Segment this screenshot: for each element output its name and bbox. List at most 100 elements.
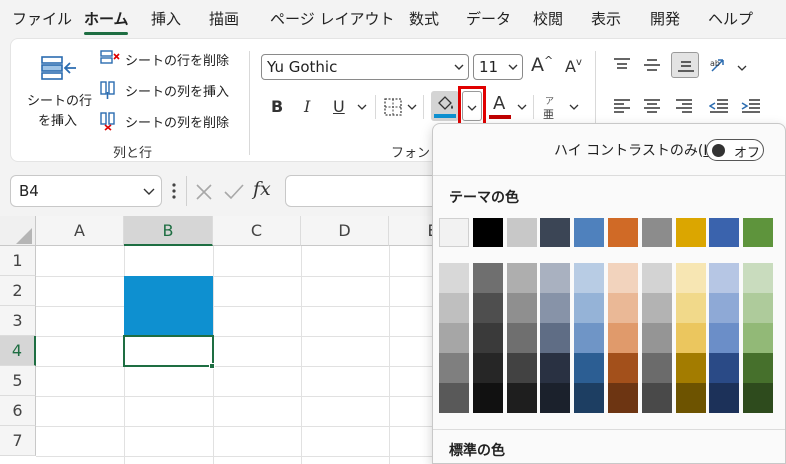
menu-tab[interactable]: ページ レイアウト xyxy=(270,8,394,29)
theme-color-swatch[interactable] xyxy=(472,218,503,247)
row-header[interactable]: 6 xyxy=(0,396,36,426)
row-header[interactable]: 1 xyxy=(0,246,36,276)
insert-column-button[interactable]: シートの列を挿入 xyxy=(125,81,229,100)
shade-color-swatch[interactable] xyxy=(540,323,571,353)
bold-button[interactable]: B xyxy=(271,97,283,116)
fill-handle[interactable] xyxy=(209,363,215,369)
shade-color-swatch[interactable] xyxy=(709,263,740,293)
chevron-down-icon[interactable] xyxy=(407,102,417,112)
shade-color-swatch[interactable] xyxy=(608,323,638,353)
shade-color-swatch[interactable] xyxy=(675,293,706,323)
shade-color-swatch[interactable] xyxy=(709,383,740,413)
column-header[interactable]: C xyxy=(213,216,301,246)
font-color-button[interactable]: A xyxy=(493,93,505,114)
chevron-down-icon[interactable] xyxy=(569,102,579,112)
shade-color-swatch[interactable] xyxy=(641,353,672,383)
chevron-down-icon[interactable] xyxy=(517,102,527,112)
column-header[interactable]: B xyxy=(124,216,213,246)
grow-font-button[interactable]: A^ xyxy=(531,54,553,76)
row-header[interactable]: 7 xyxy=(0,426,36,456)
shade-color-swatch[interactable] xyxy=(574,293,605,323)
formula-input[interactable] xyxy=(285,175,445,207)
underline-button[interactable]: U xyxy=(333,97,345,116)
theme-color-swatch[interactable] xyxy=(439,218,469,247)
chevron-down-icon[interactable] xyxy=(357,102,367,112)
shade-color-swatch[interactable] xyxy=(743,353,774,383)
shade-color-swatch[interactable] xyxy=(439,383,469,413)
shade-color-swatch[interactable] xyxy=(506,323,537,353)
shrink-font-button[interactable]: Av xyxy=(565,57,582,76)
shade-color-swatch[interactable] xyxy=(709,353,740,383)
menu-tab[interactable]: 描画 xyxy=(209,8,239,29)
shade-color-swatch[interactable] xyxy=(472,353,503,383)
shade-color-swatch[interactable] xyxy=(574,383,605,413)
shade-color-swatch[interactable] xyxy=(608,383,638,413)
font-name-combo[interactable]: Yu Gothic xyxy=(261,54,469,80)
fill-color-button[interactable] xyxy=(431,91,459,121)
shade-color-swatch[interactable] xyxy=(506,263,537,293)
shade-color-swatch[interactable] xyxy=(743,293,774,323)
shade-color-swatch[interactable] xyxy=(608,263,638,293)
decrease-indent-icon[interactable] xyxy=(709,97,729,115)
cancel-icon[interactable] xyxy=(194,182,214,202)
chevron-down-icon[interactable] xyxy=(737,63,747,73)
shade-color-swatch[interactable] xyxy=(540,383,571,413)
row-header[interactable]: 3 xyxy=(0,306,36,336)
insert-row-label-2[interactable]: を挿入 xyxy=(38,110,77,129)
shade-color-swatch[interactable] xyxy=(506,293,537,323)
shade-color-swatch[interactable] xyxy=(709,293,740,323)
shade-color-swatch[interactable] xyxy=(439,323,469,353)
align-middle-icon[interactable] xyxy=(643,57,661,73)
shade-color-swatch[interactable] xyxy=(608,293,638,323)
delete-column-button[interactable]: シートの列を削除 xyxy=(125,112,229,131)
shade-color-swatch[interactable] xyxy=(709,323,740,353)
shade-color-swatch[interactable] xyxy=(574,353,605,383)
theme-color-swatch[interactable] xyxy=(709,218,740,247)
font-size-combo[interactable]: 11 xyxy=(473,54,523,80)
shade-color-swatch[interactable] xyxy=(743,263,774,293)
name-box[interactable]: B4 xyxy=(10,175,162,207)
insert-column-icon[interactable] xyxy=(99,80,121,100)
shade-color-swatch[interactable] xyxy=(743,323,774,353)
theme-color-swatch[interactable] xyxy=(608,218,638,247)
menu-tab[interactable]: ファイル xyxy=(12,8,72,29)
shade-color-swatch[interactable] xyxy=(675,263,706,293)
align-top-icon[interactable] xyxy=(613,57,631,73)
row-header[interactable]: 4 xyxy=(0,336,36,366)
high-contrast-toggle[interactable]: オフ xyxy=(706,139,764,161)
theme-color-swatch[interactable] xyxy=(506,218,537,247)
insert-row-label-1[interactable]: シートの行 xyxy=(27,90,92,109)
shade-color-swatch[interactable] xyxy=(675,323,706,353)
shade-color-swatch[interactable] xyxy=(472,323,503,353)
align-left-icon[interactable] xyxy=(613,97,631,115)
theme-color-swatch[interactable] xyxy=(743,218,774,247)
menu-tab[interactable]: 校閲 xyxy=(533,8,563,29)
shade-color-swatch[interactable] xyxy=(540,353,571,383)
shade-color-swatch[interactable] xyxy=(641,323,672,353)
shade-color-swatch[interactable] xyxy=(608,353,638,383)
shade-color-swatch[interactable] xyxy=(506,353,537,383)
column-header[interactable]: A xyxy=(36,216,124,246)
shade-color-swatch[interactable] xyxy=(574,263,605,293)
align-bottom-button[interactable] xyxy=(671,52,699,78)
shade-color-swatch[interactable] xyxy=(675,353,706,383)
select-all-corner[interactable] xyxy=(0,216,36,246)
shade-color-swatch[interactable] xyxy=(439,263,469,293)
increase-indent-icon[interactable] xyxy=(741,97,761,115)
delete-column-icon[interactable] xyxy=(99,111,121,131)
menu-tab[interactable]: 開発 xyxy=(650,8,680,29)
delete-row-button[interactable]: シートの行を削除 xyxy=(125,50,229,69)
menu-tab[interactable]: ヘルプ xyxy=(708,8,753,29)
menu-tab[interactable]: ホーム xyxy=(84,8,129,29)
align-center-icon[interactable] xyxy=(643,97,661,115)
orientation-icon[interactable]: ab xyxy=(709,55,731,75)
borders-icon[interactable] xyxy=(383,97,403,117)
row-header[interactable]: 5 xyxy=(0,366,36,396)
shade-color-swatch[interactable] xyxy=(743,383,774,413)
shade-color-swatch[interactable] xyxy=(540,293,571,323)
shade-color-swatch[interactable] xyxy=(641,293,672,323)
italic-button[interactable]: I xyxy=(304,97,310,116)
align-right-icon[interactable] xyxy=(675,97,693,115)
menu-tab[interactable]: 挿入 xyxy=(151,8,181,29)
theme-color-swatch[interactable] xyxy=(675,218,706,247)
